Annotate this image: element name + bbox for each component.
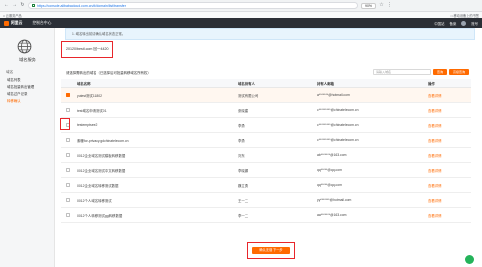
back-icon[interactable]: ← (4, 3, 9, 8)
domain-name: testemptsee2 (77, 123, 98, 127)
holder-name: 李晓娜 (238, 168, 249, 173)
section-title: 请选择需转出的域名（已选择后可批量转移域名所有权） (66, 71, 151, 75)
holder-email: aa*******@163.com (317, 213, 347, 217)
sidebar-item-transfer-records[interactable]: 域名过户记录 (7, 91, 27, 96)
holder-name: 测试有限公司 (238, 93, 259, 98)
table-row[interactable]: 0012企业域名测试模板转移数据 刘东 ab*******@163.com 查看… (61, 148, 471, 163)
row-checkbox[interactable] (66, 108, 70, 112)
menu-icon[interactable]: ⋮ (387, 3, 392, 8)
holder-name: 李勇 (238, 138, 245, 143)
brand-icon (4, 20, 9, 26)
domain-name: 0012个人转移测试gg转移数据 (77, 213, 123, 218)
row-checkbox[interactable] (66, 183, 70, 187)
notice-banner: 1. 域名转出前请确认域名状态正常。 (65, 28, 475, 40)
checkbox-highlight-box (60, 118, 70, 130)
view-details-link[interactable]: 查看详情 (428, 133, 442, 147)
globe-icon (17, 39, 32, 54)
header-item-account[interactable]: 账号 (471, 21, 478, 26)
url-text: https://console.alibabacloud.com.cn/#/do… (37, 3, 126, 8)
header-right: 中国站 备案 账号 (434, 20, 478, 26)
holder-email: qq*****@qq.com (317, 168, 342, 172)
sidebar-item-batch-transfer[interactable]: 域名批量转出管理 (7, 84, 34, 89)
view-details-link[interactable]: 查看详情 (428, 208, 442, 222)
holder-name: 李一二 (238, 213, 249, 218)
view-details-link[interactable]: 查看详情 (428, 148, 442, 162)
holder-name: 魏立勇 (238, 183, 249, 188)
address-bar[interactable]: https://console.alibabacloud.com.cn/#/do… (28, 2, 358, 9)
brand-logo[interactable]: 阿里云 (4, 20, 23, 26)
table-row[interactable]: testemptsee2 李勇 c*********@chinatelecom.… (61, 118, 471, 133)
search-button[interactable]: 查询 (433, 69, 447, 75)
domain-summary: 20120/bestl.com 回一4420 (66, 47, 109, 51)
brand-name: 阿里云 (11, 20, 23, 25)
browser-toolbar: ← → ↻ https://console.alibabacloud.com.c… (0, 0, 482, 12)
holder-email: a*******@hotmail.com (317, 93, 350, 97)
holder-email: c*********@chinatelecom.cn (317, 123, 359, 127)
view-details-link[interactable]: 查看详情 (428, 118, 442, 132)
table-header: 域名名称 域名持有人 持有人邮箱 操作 (61, 79, 471, 88)
sidebar-section-domain: 域名 (6, 70, 14, 74)
next-step-button[interactable]: 确认无误 下一步 (252, 247, 290, 254)
sidebar-item-transfer-confirm[interactable]: 转移确认 (7, 98, 21, 103)
domain-table: 域名名称 域名持有人 持有人邮箱 操作 yutest测试11802 测试有限公司… (61, 79, 471, 223)
star-icon[interactable]: ☆ (379, 3, 384, 8)
row-checkbox[interactable] (66, 93, 70, 97)
table-row[interactable]: 0012个人域名转移测试 王一二 yy*******@hotmail.com 查… (61, 193, 471, 208)
row-checkbox[interactable] (66, 198, 70, 202)
holder-email: c*********@chinatelecom.cn (317, 138, 359, 142)
holder-email: c*********@chinatelecom.cn (317, 108, 359, 112)
table-row[interactable]: 0012企业域名转移测试数据 魏立勇 qq*****@qq.com 查看详情 (61, 178, 471, 193)
table-row[interactable]: 0012企业域名测试中文转移数据 李晓娜 qq*****@qq.com 查看详情 (61, 163, 471, 178)
view-details-link[interactable]: 查看详情 (428, 103, 442, 117)
domain-name: 0012个人域名转移测试 (77, 198, 112, 203)
holder-name: 李勇 (238, 123, 245, 128)
column-header-domain[interactable]: 域名名称 (77, 79, 91, 87)
sidebar-item-domain-list[interactable]: 域名列表 (7, 77, 21, 82)
domain-name: test域名申请测试01 (77, 108, 107, 113)
console-link[interactable]: 控制台中心 (32, 21, 51, 26)
table-row[interactable]: 素暖for-privacy.gdchinatelecom.cn 李勇 c****… (61, 133, 471, 148)
bookmark-item[interactable]: □ 云服务产品 (3, 13, 22, 18)
domain-name: 素暖for-privacy.gdchinatelecom.cn (77, 138, 129, 143)
view-details-link[interactable]: 查看详情 (428, 193, 442, 207)
domain-name: 0012企业域名测试模板转移数据 (77, 153, 126, 158)
header-item-region[interactable]: 中国站 (434, 21, 444, 26)
holder-name: 刘东 (238, 153, 245, 158)
forward-icon[interactable]: → (12, 3, 17, 8)
advanced-search-button[interactable]: 高级查询 (449, 69, 469, 75)
holder-name: 王一二 (238, 198, 249, 203)
bookmark-mobile[interactable]: □ 移动设备上的书签 (451, 13, 479, 18)
column-header-email: 持有人邮箱 (317, 81, 334, 86)
domain-name: yutest测试11802 (77, 93, 103, 98)
row-checkbox[interactable] (66, 168, 70, 172)
header-item-beian[interactable]: 备案 (449, 21, 456, 26)
domain-name: 0012企业域名转移测试数据 (77, 183, 119, 188)
service-title: 域名服务 (19, 57, 36, 62)
holder-email: ab*******@163.com (317, 153, 347, 157)
table-row[interactable]: 0012个人转移测试gg转移数据 李一二 aa*******@163.com 查… (61, 208, 471, 223)
domain-name: 0012企业域名测试中文转移数据 (77, 168, 126, 173)
main-content: 1. 域名转出前请确认域名状态正常。 20120/bestl.com 回一442… (55, 28, 482, 267)
table-row[interactable]: yutest测试11802 测试有限公司 a*******@hotmail.co… (61, 88, 471, 103)
search-input[interactable]: 请输入域名 (373, 69, 431, 75)
column-header-operation: 操作 (428, 81, 435, 86)
column-header-holder: 域名持有人 (238, 81, 255, 86)
zoom-level[interactable]: 90% (361, 2, 377, 9)
holder-email: qq*****@qq.com (317, 183, 342, 187)
view-details-link[interactable]: 查看详情 (428, 163, 442, 177)
table-row[interactable]: test域名申请测试01 张晓建 c*********@chinatelecom… (61, 103, 471, 118)
avatar[interactable] (461, 20, 467, 26)
row-checkbox[interactable] (66, 153, 70, 157)
holder-email: yy*******@hotmail.com (317, 198, 352, 202)
help-fab-icon[interactable] (465, 255, 474, 264)
sidebar: 域名服务 域名 域名列表 域名批量转出管理 域名过户记录 转移确认 (0, 28, 55, 267)
lock-icon (32, 4, 35, 7)
app-header: 阿里云 控制台中心 中国站 备案 账号 (0, 18, 482, 28)
view-details-link[interactable]: 查看详情 (428, 178, 442, 192)
row-checkbox[interactable] (66, 138, 70, 142)
holder-name: 张晓建 (238, 108, 249, 113)
reload-icon[interactable]: ↻ (20, 3, 25, 8)
view-details-link[interactable]: 查看详情 (428, 88, 442, 102)
row-checkbox[interactable] (66, 213, 70, 217)
